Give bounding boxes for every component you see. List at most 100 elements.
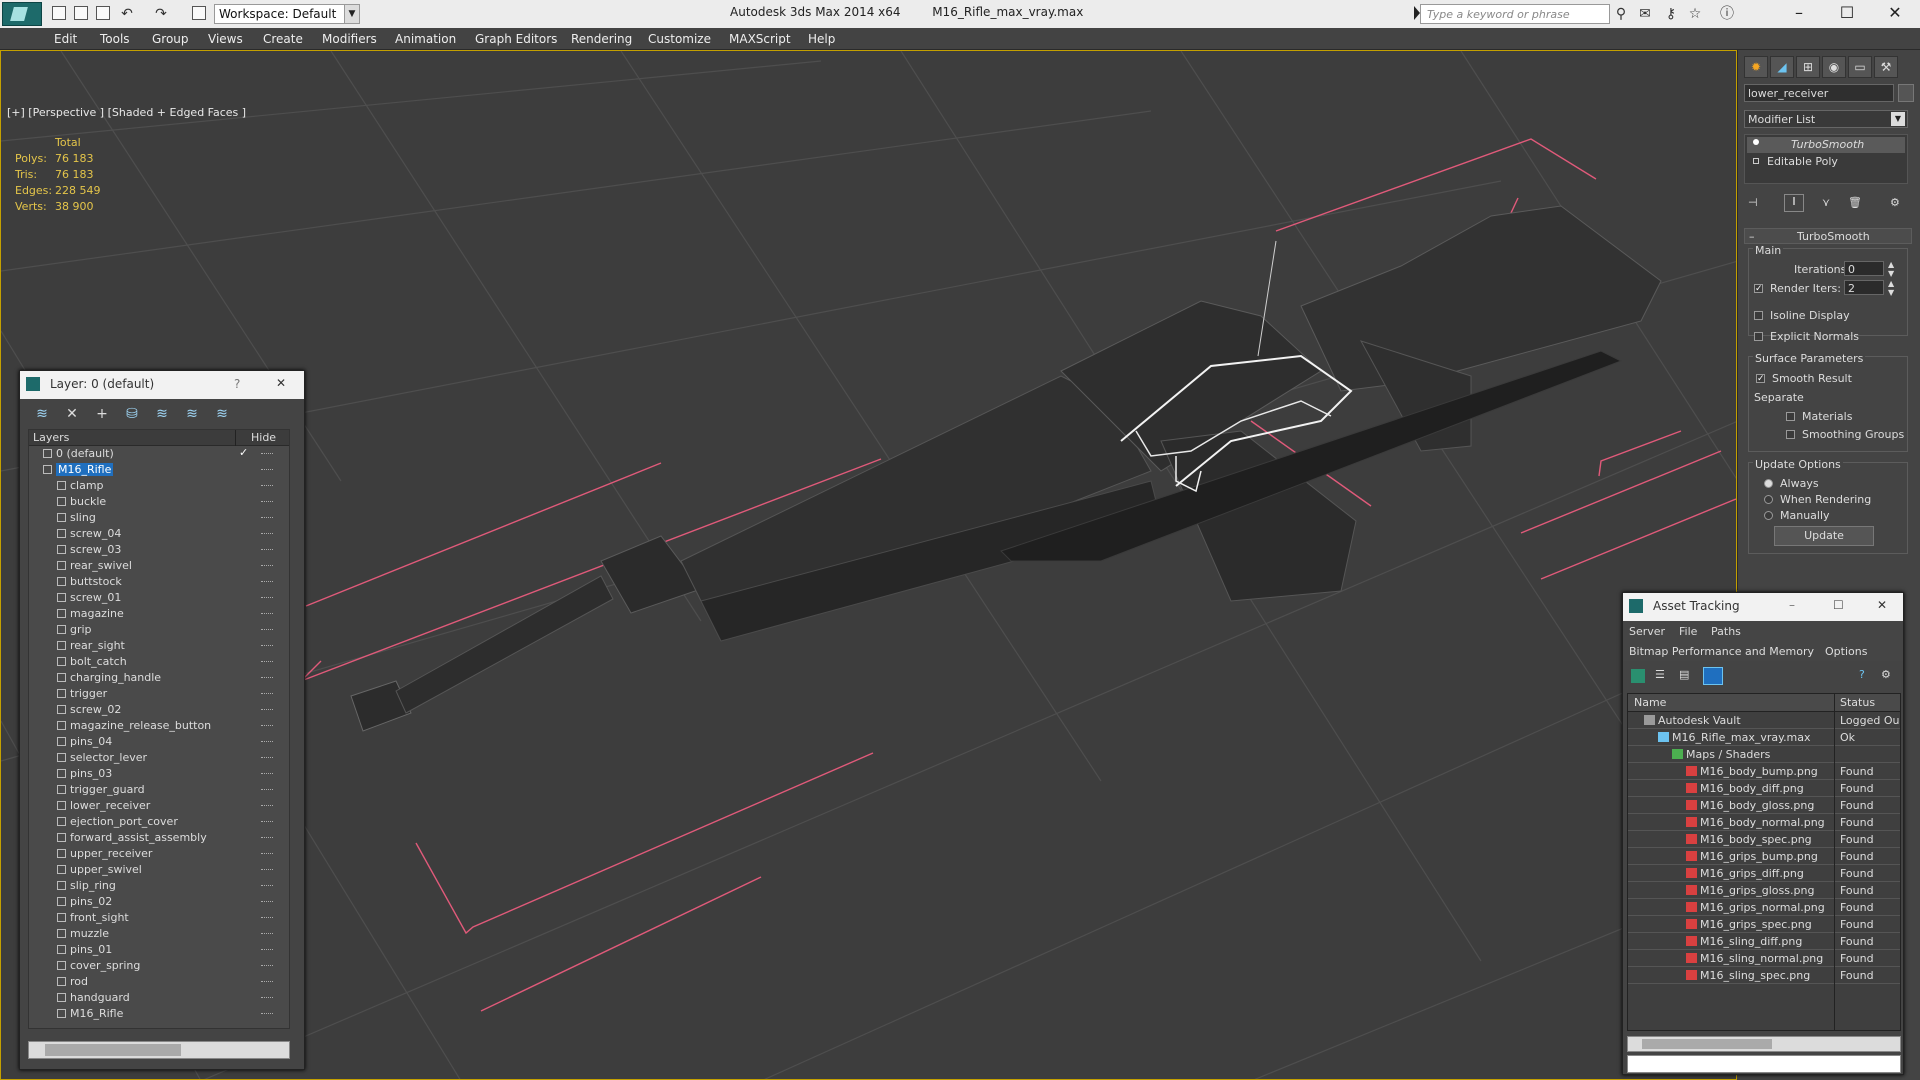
maximize-button[interactable]: ☐: [1833, 598, 1844, 612]
hide-toggle[interactable]: [261, 933, 273, 935]
layer-row[interactable]: ejection_port_cover: [29, 814, 289, 830]
hide-toggle[interactable]: [261, 453, 273, 455]
hide-toggle[interactable]: [261, 965, 273, 967]
layer-row[interactable]: screw_02: [29, 702, 289, 718]
modifier-list-dropdown[interactable]: Modifier List ▼: [1744, 110, 1908, 128]
hide-toggle[interactable]: [261, 805, 273, 807]
motion-tab-icon[interactable]: ◉: [1822, 56, 1846, 78]
modify-tab-icon[interactable]: ◢: [1770, 56, 1794, 78]
menu-edit[interactable]: Edit: [54, 32, 77, 46]
layer-row[interactable]: muzzle: [29, 926, 289, 942]
select-objects-icon[interactable]: ⛁: [124, 406, 140, 422]
new-file-icon[interactable]: [52, 6, 66, 20]
close-button[interactable]: ✕: [1872, 0, 1918, 28]
list-view-icon[interactable]: ☰: [1655, 668, 1665, 681]
delete-layer-icon[interactable]: ✕: [64, 406, 80, 422]
layer-row[interactable]: 0 (default) ✓: [29, 446, 289, 462]
menu-bitmap-performance[interactable]: Bitmap Performance and Memory: [1629, 645, 1814, 658]
save-file-icon[interactable]: [96, 6, 110, 20]
horizontal-scrollbar[interactable]: [1627, 1036, 1901, 1052]
hide-toggle[interactable]: [261, 645, 273, 647]
asset-row[interactable]: M16_body_gloss.png Found: [1628, 797, 1900, 814]
pin-stack-icon[interactable]: ⊣: [1748, 196, 1758, 209]
hide-toggle[interactable]: [261, 693, 273, 695]
layer-row[interactable]: sling: [29, 510, 289, 526]
close-button[interactable]: ✕: [1877, 598, 1887, 612]
expand-icon[interactable]: [1753, 158, 1759, 164]
close-button[interactable]: ✕: [276, 376, 286, 390]
hide-toggle[interactable]: [261, 549, 273, 551]
layer-row[interactable]: front_sight: [29, 910, 289, 926]
redo-icon[interactable]: ↷: [154, 7, 168, 21]
workspace-chevron-icon[interactable]: ▼: [344, 4, 360, 24]
make-unique-icon[interactable]: ⋎: [1822, 196, 1830, 209]
spinner-arrows-icon[interactable]: ▲ ▼: [1888, 260, 1894, 278]
layer-row[interactable]: M16_Rifle: [29, 1006, 289, 1022]
iterations-spinner[interactable]: 0: [1844, 261, 1884, 276]
layer-row[interactable]: rear_swivel: [29, 558, 289, 574]
manually-radio[interactable]: [1764, 511, 1773, 520]
maximize-button[interactable]: ☐: [1824, 0, 1870, 28]
current-layer-check-icon[interactable]: ✓: [239, 446, 248, 459]
hide-toggle[interactable]: [261, 885, 273, 887]
hide-toggle[interactable]: [261, 677, 273, 679]
layer-row[interactable]: screw_03: [29, 542, 289, 558]
hide-toggle[interactable]: [261, 661, 273, 663]
render-iters-spinner[interactable]: 2: [1844, 280, 1884, 295]
tree-view-icon[interactable]: ▤: [1679, 668, 1689, 681]
layer-row[interactable]: clamp: [29, 478, 289, 494]
layer-row[interactable]: slip_ring: [29, 878, 289, 894]
asset-row[interactable]: M16_Rifle_max_vray.max Ok: [1628, 729, 1900, 746]
layer-row[interactable]: pins_01: [29, 942, 289, 958]
menu-options[interactable]: Options: [1825, 645, 1867, 658]
layer-row[interactable]: grip: [29, 622, 289, 638]
menu-help[interactable]: Help: [808, 32, 835, 46]
spinner-arrows-icon[interactable]: ▲ ▼: [1888, 279, 1894, 297]
menu-maxscript[interactable]: MAXScript: [729, 32, 791, 46]
hide-toggle[interactable]: [261, 565, 273, 567]
hide-toggle[interactable]: [261, 901, 273, 903]
layer-row[interactable]: pins_03: [29, 766, 289, 782]
layer-row[interactable]: screw_04: [29, 526, 289, 542]
menu-tools[interactable]: Tools: [100, 32, 130, 46]
menu-server[interactable]: Server: [1629, 625, 1665, 638]
minimize-button[interactable]: –: [1789, 598, 1795, 612]
hide-toggle[interactable]: [261, 1013, 273, 1015]
layer-row[interactable]: M16_Rifle: [29, 462, 289, 478]
asset-row[interactable]: M16_sling_diff.png Found: [1628, 933, 1900, 950]
stack-item-editable-poly[interactable]: Editable Poly: [1747, 154, 1905, 170]
layer-row[interactable]: magazine_release_button: [29, 718, 289, 734]
layer-row[interactable]: handguard: [29, 990, 289, 1006]
menu-views[interactable]: Views: [208, 32, 243, 46]
layer-row[interactable]: upper_swivel: [29, 862, 289, 878]
remove-modifier-icon[interactable]: 🗑: [1848, 196, 1862, 209]
favorites-star-icon[interactable]: ☆: [1688, 7, 1702, 21]
hide-toggle[interactable]: [261, 869, 273, 871]
hide-toggle[interactable]: [261, 757, 273, 759]
menu-rendering[interactable]: Rendering: [571, 32, 632, 46]
layer-row[interactable]: screw_01: [29, 590, 289, 606]
asset-row[interactable]: M16_grips_spec.png Found: [1628, 916, 1900, 933]
workspace-dropdown[interactable]: Workspace: Default: [214, 4, 360, 24]
hide-toggle[interactable]: [261, 741, 273, 743]
layers-column-header[interactable]: Layers: [33, 431, 69, 444]
hide-toggle[interactable]: [261, 469, 273, 471]
menu-file[interactable]: File: [1679, 625, 1697, 638]
hide-toggle[interactable]: [261, 725, 273, 727]
layer-row[interactable]: buttstock: [29, 574, 289, 590]
hide-column-header[interactable]: Hide: [251, 431, 276, 444]
asset-row[interactable]: M16_body_diff.png Found: [1628, 780, 1900, 797]
menu-graph-editors[interactable]: Graph Editors: [475, 32, 557, 46]
update-button[interactable]: Update: [1774, 526, 1874, 546]
create-tab-icon[interactable]: ✹: [1744, 56, 1768, 78]
asset-row[interactable]: M16_body_bump.png Found: [1628, 763, 1900, 780]
asset-row[interactable]: M16_grips_normal.png Found: [1628, 899, 1900, 916]
layer-row[interactable]: pins_04: [29, 734, 289, 750]
show-end-result-icon[interactable]: I: [1784, 194, 1804, 212]
layer-row[interactable]: pins_02: [29, 894, 289, 910]
viewport-label[interactable]: [+] [Perspective ] [Shaded + Edged Faces…: [7, 106, 246, 119]
asset-row[interactable]: M16_sling_normal.png Found: [1628, 950, 1900, 967]
explicit-normals-checkbox[interactable]: [1754, 332, 1763, 341]
hide-toggle[interactable]: [261, 917, 273, 919]
isoline-display-checkbox[interactable]: [1754, 311, 1763, 320]
